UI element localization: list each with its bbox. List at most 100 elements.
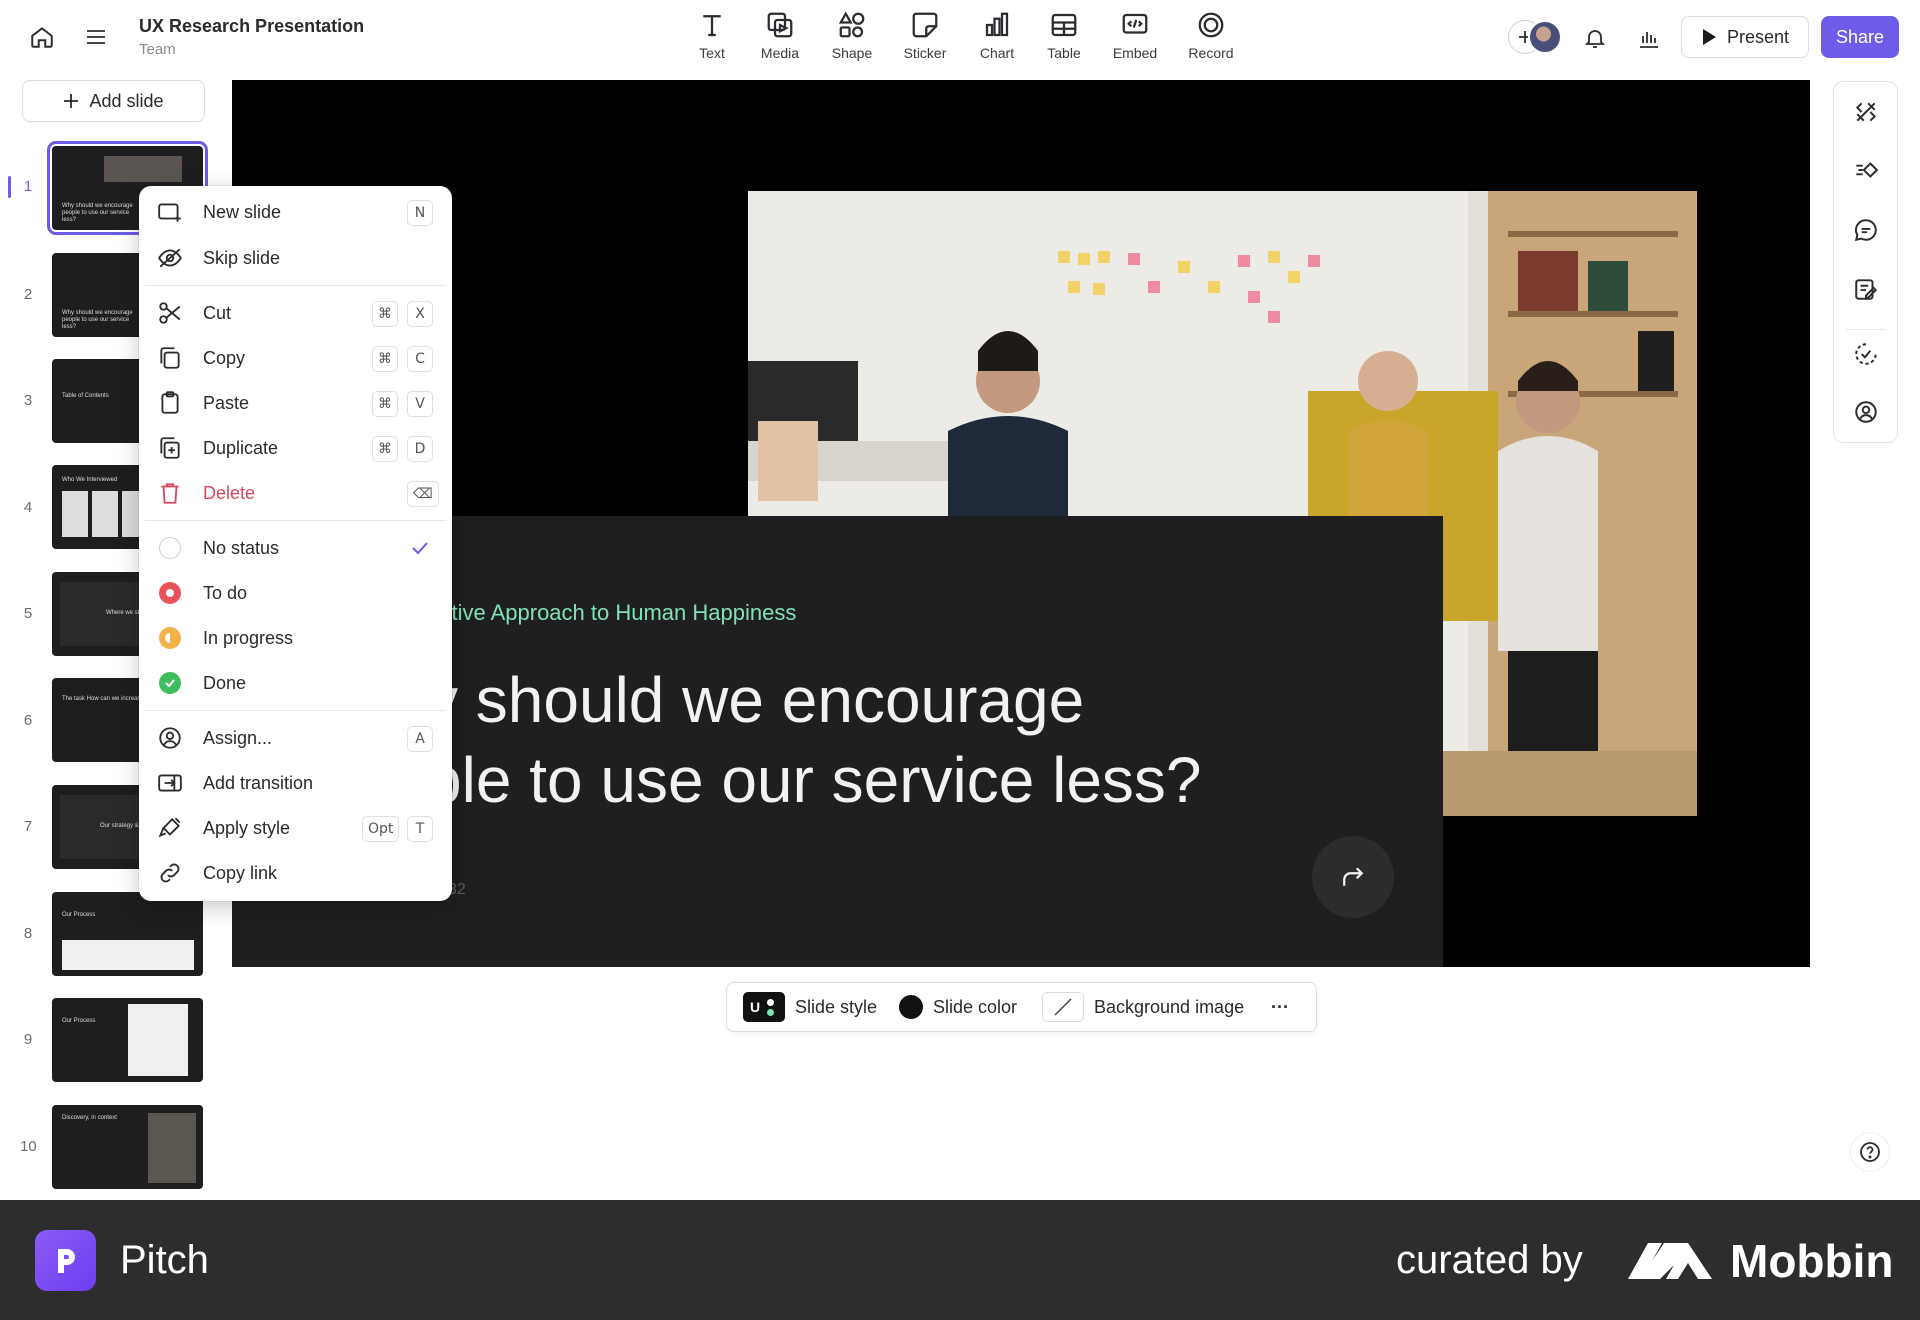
menu-item-label: Paste	[203, 392, 250, 413]
status-check-icon[interactable]	[1846, 334, 1886, 374]
forward-arrow-icon	[1343, 867, 1364, 886]
menu-item-skip-slide[interactable]: Skip slide	[139, 236, 452, 280]
menu-item-label: Apply style	[203, 817, 291, 838]
tool-record[interactable]: Record	[1173, 10, 1249, 68]
slide-number: 10	[20, 1138, 37, 1155]
style-badge-letter: U	[750, 999, 761, 1015]
notes-icon[interactable]	[1846, 269, 1886, 309]
menu-item-label: Copy	[203, 347, 246, 368]
pitch-brand-name: Pitch	[120, 1238, 209, 1282]
tool-table[interactable]: Table	[1026, 10, 1102, 68]
menu-item-no-status[interactable]: No status	[139, 526, 452, 570]
slide-number: 2	[23, 286, 33, 303]
slide-number: 7	[23, 818, 33, 835]
tool-label: Text	[699, 45, 725, 61]
slide-style-button[interactable]: U Slide style	[743, 983, 877, 1031]
slide-color-button[interactable]: Slide color	[899, 983, 1017, 1031]
plus-icon	[64, 94, 79, 108]
menu-item-cut[interactable]: Cut ⌘ X	[139, 291, 452, 335]
tool-label: Sticker	[903, 45, 947, 61]
menu-item-paste[interactable]: Paste ⌘ V	[139, 381, 452, 425]
transition-icon[interactable]	[1846, 150, 1886, 190]
shortcut-key: ⌘	[372, 301, 398, 327]
slide-canvas[interactable]: ntuitive Approach to Human Happiness y s…	[232, 80, 1810, 967]
tool-embed[interactable]: Embed	[1097, 10, 1173, 68]
right-tool-rail	[1833, 81, 1898, 443]
collaborators[interactable]	[1508, 20, 1564, 54]
menu-item-copy[interactable]: Copy ⌘ C	[139, 336, 452, 380]
thumbnail-card	[92, 491, 118, 537]
background-image-button[interactable]: Background image	[1042, 983, 1244, 1031]
eye-off-icon	[156, 244, 184, 272]
menu-item-copy-link[interactable]: Copy link	[139, 851, 452, 895]
slide-thumbnail-8[interactable]: Our Process	[52, 892, 203, 976]
document-workspace[interactable]: Team	[139, 41, 176, 58]
more-options-button[interactable]: ···	[1271, 983, 1289, 1031]
shortcut-key: D	[407, 436, 433, 462]
tool-media[interactable]: Media	[742, 10, 818, 68]
transition-icon	[156, 769, 184, 797]
slide-color-label: Slide color	[933, 996, 1018, 1017]
menu-item-duplicate[interactable]: Duplicate ⌘ D	[139, 426, 452, 470]
slide-eyebrow-text[interactable]: ntuitive Approach to Human Happiness	[416, 600, 796, 626]
slide-number: 1	[23, 178, 33, 195]
thumbnail-list	[128, 1004, 188, 1076]
media-icon	[767, 12, 793, 38]
comment-icon[interactable]	[1846, 210, 1886, 250]
design-tools-icon[interactable]	[1846, 92, 1886, 132]
share-slide-button[interactable]	[1312, 836, 1394, 918]
menu-item-done[interactable]: Done	[139, 661, 452, 705]
bell-icon[interactable]	[1575, 18, 1615, 58]
slide-headline[interactable]: y should we encourage ple to use our ser…	[426, 660, 1202, 820]
menu-item-delete[interactable]: Delete ⌫	[139, 471, 452, 515]
menu-item-label: No status	[203, 537, 280, 558]
menu-item-new-slide[interactable]: New slide N	[139, 190, 452, 234]
sticker-icon	[912, 12, 938, 38]
slide-number: 8	[23, 925, 33, 942]
add-slide-button[interactable]: Add slide	[22, 80, 205, 122]
copy-icon	[156, 344, 184, 372]
menu-item-to-do[interactable]: To do	[139, 571, 452, 615]
menu-icon[interactable]	[76, 17, 116, 57]
menu-item-apply-style[interactable]: Apply style Opt T	[139, 806, 452, 850]
headline-line-2: ple to use our service less?	[426, 744, 1202, 816]
avatar[interactable]	[1528, 20, 1562, 54]
assignee-icon[interactable]	[1846, 392, 1886, 432]
status-empty-icon	[156, 534, 184, 562]
shortcut-key: C	[407, 346, 433, 372]
analytics-icon[interactable]	[1629, 18, 1669, 58]
slide-number: 5	[23, 605, 33, 622]
menu-item-in-progress[interactable]: In progress	[139, 616, 452, 660]
shortcut-key: ⌫	[407, 481, 439, 507]
menu-divider	[145, 520, 446, 521]
slide-thumbnail-10[interactable]: Discovery, in context	[52, 1105, 203, 1189]
menu-item-label: New slide	[203, 201, 282, 222]
shortcut-key: N	[407, 200, 433, 226]
rail-divider	[1846, 329, 1886, 330]
user-circle-icon	[156, 724, 184, 752]
link-icon	[156, 859, 184, 887]
home-icon[interactable]	[22, 17, 62, 57]
tool-shape[interactable]: Shape	[814, 10, 890, 68]
help-icon[interactable]	[1850, 1132, 1890, 1172]
slide-color-swatch	[899, 995, 923, 1019]
tool-label: Chart	[979, 45, 1015, 61]
tool-chart[interactable]: Chart	[959, 10, 1035, 68]
present-button[interactable]: Present	[1681, 16, 1809, 58]
tool-text[interactable]: Text	[674, 10, 750, 68]
table-icon	[1051, 13, 1077, 37]
mobbin-brand: Mobbin	[1626, 1234, 1894, 1288]
tool-label: Table	[1047, 45, 1081, 61]
menu-item-assign[interactable]: Assign... A	[139, 716, 452, 760]
menu-item-label: Copy link	[203, 862, 278, 883]
menu-item-add-transition[interactable]: Add transition	[139, 761, 452, 805]
pitch-logo-icon	[35, 1230, 96, 1291]
menu-item-label: Add transition	[203, 772, 314, 793]
tool-label: Media	[760, 45, 800, 61]
tool-sticker[interactable]: Sticker	[887, 10, 963, 68]
document-title[interactable]: UX Research Presentation	[139, 16, 364, 37]
share-button[interactable]: Share	[1821, 16, 1899, 58]
slide-context-menu: New slide N Skip slide Cut ⌘ X Copy ⌘ C …	[139, 186, 452, 901]
headline-line-1: y should we encourage	[426, 664, 1085, 736]
slide-thumbnail-9[interactable]: Our Process	[52, 998, 203, 1082]
